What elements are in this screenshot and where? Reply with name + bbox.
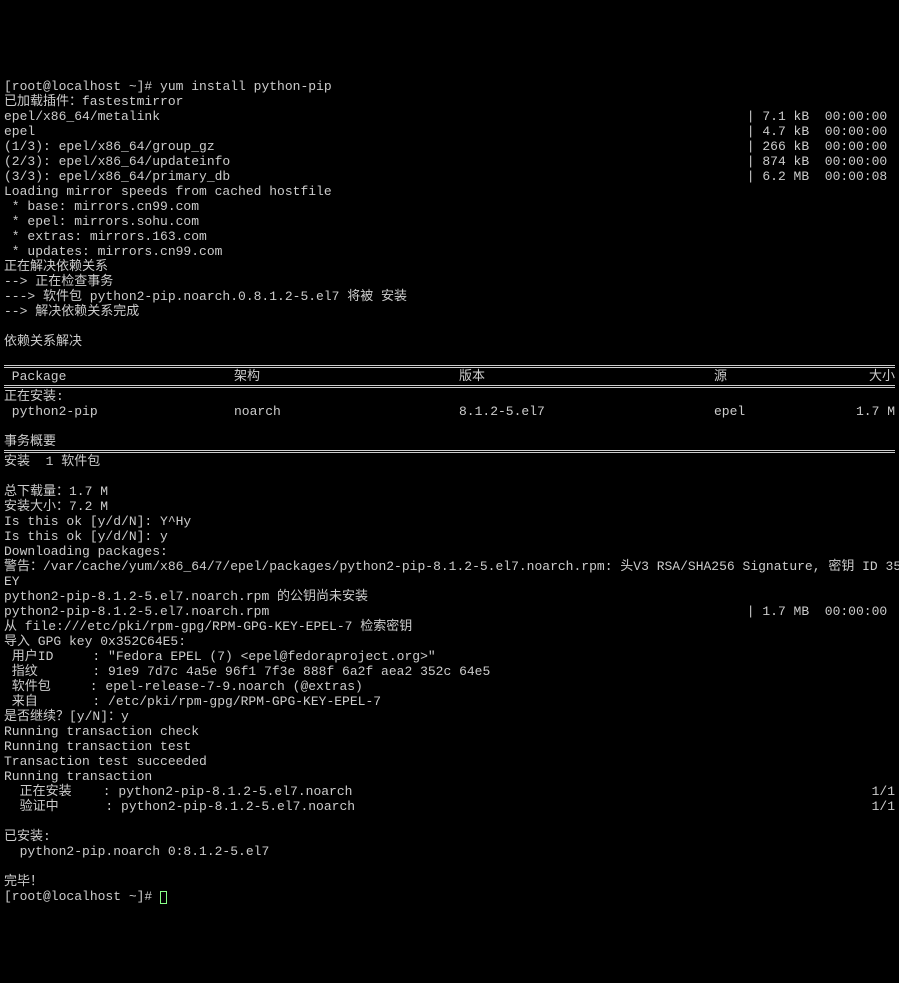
- pubkey-missing: python2-pip-8.1.2-5.el7.noarch.rpm 的公钥尚未…: [4, 589, 368, 604]
- dep-done: --> 解决依赖关系完成: [4, 304, 139, 319]
- import-key: 导入 GPG key 0x352C64E5:: [4, 634, 186, 649]
- plugin-loaded: 已加载插件：fastestmirror: [4, 94, 183, 109]
- installing-label: 正在安装:: [4, 389, 64, 404]
- separator: [4, 452, 895, 453]
- terminal-output: [root@localhost ~]# yum install python-p…: [4, 64, 895, 904]
- continue-prompt[interactable]: 是否继续？[y/N]：y: [4, 709, 129, 724]
- installing-row: 正在安装 : python2-pip-8.1.2-5.el7.noarch1/1: [4, 784, 895, 799]
- tx-running: Running transaction: [4, 769, 152, 784]
- downloading: Downloading packages:: [4, 544, 168, 559]
- confirm-prompt[interactable]: Is this ok [y/d/N]: Y^Hy: [4, 514, 191, 529]
- table-row: python2-pipnoarch8.1.2-5.el7epel1.7 M: [4, 404, 895, 419]
- loading-mirrors: Loading mirror speeds from cached hostfi…: [4, 184, 332, 199]
- repo-row: (3/3): epel/x86_64/primary_db| 6.2 MB 00…: [4, 169, 895, 184]
- table-header: Package架构版本源大小: [4, 369, 895, 384]
- tx-test: Running transaction test: [4, 739, 191, 754]
- install-size: 安装大小：7.2 M: [4, 499, 108, 514]
- mirror-base: * base: mirrors.cn99.com: [4, 199, 199, 214]
- separator: [4, 450, 895, 451]
- install-count: 安装 1 软件包: [4, 454, 100, 469]
- verifying-row: 验证中 : python2-pip-8.1.2-5.el7.noarch1/1: [4, 799, 895, 814]
- repo-row: epel| 4.7 kB 00:00:00: [4, 124, 895, 139]
- complete: 完毕！: [4, 874, 43, 889]
- confirm-prompt[interactable]: Is this ok [y/d/N]: y: [4, 529, 168, 544]
- warning: 警告：/var/cache/yum/x86_64/7/epel/packages…: [4, 559, 899, 574]
- key-userid: 用户ID : "Fedora EPEL (7) <epel@fedoraproj…: [4, 649, 436, 664]
- repo-row: epel/x86_64/metalink| 7.1 kB 00:00:00: [4, 109, 895, 124]
- command-text: yum install python-pip: [160, 79, 332, 94]
- tx-check: Running transaction check: [4, 724, 199, 739]
- rpm-row: python2-pip-8.1.2-5.el7.noarch.rpm| 1.7 …: [4, 604, 895, 619]
- retrieve-key: 从 file:///etc/pki/rpm-gpg/RPM-GPG-KEY-EP…: [4, 619, 412, 634]
- resolving-deps: 正在解决依赖关系: [4, 259, 108, 274]
- separator: [4, 387, 895, 388]
- dep-resolved: 依赖关系解决: [4, 334, 82, 349]
- cursor-icon: [160, 891, 167, 904]
- separator: [4, 385, 895, 386]
- installed-label: 已安装:: [4, 829, 51, 844]
- separator: [4, 367, 895, 368]
- separator: [4, 365, 895, 366]
- total-download: 总下载量：1.7 M: [4, 484, 108, 499]
- key-fingerprint: 指纹 : 91e9 7d7c 4a5e 96f1 7f3e 888f 6a2f …: [4, 664, 490, 679]
- key-package: 软件包 : epel-release-7-9.noarch (@extras): [4, 679, 363, 694]
- shell-prompt[interactable]: [root@localhost ~]#: [4, 889, 160, 904]
- tx-summary: 事务概要: [4, 434, 56, 449]
- checking-tx: --> 正在检查事务: [4, 274, 113, 289]
- repo-row: (2/3): epel/x86_64/updateinfo| 874 kB 00…: [4, 154, 895, 169]
- warning: EY: [4, 574, 20, 589]
- mirror-updates: * updates: mirrors.cn99.com: [4, 244, 222, 259]
- key-from: 来自 : /etc/pki/rpm-gpg/RPM-GPG-KEY-EPEL-7: [4, 694, 381, 709]
- tx-succeeded: Transaction test succeeded: [4, 754, 207, 769]
- mirror-epel: * epel: mirrors.sohu.com: [4, 214, 199, 229]
- repo-row: (1/3): epel/x86_64/group_gz| 266 kB 00:0…: [4, 139, 895, 154]
- mirror-extras: * extras: mirrors.163.com: [4, 229, 207, 244]
- will-install: ---> 软件包 python2-pip.noarch.0.8.1.2-5.el…: [4, 289, 407, 304]
- shell-prompt: [root@localhost ~]#: [4, 79, 160, 94]
